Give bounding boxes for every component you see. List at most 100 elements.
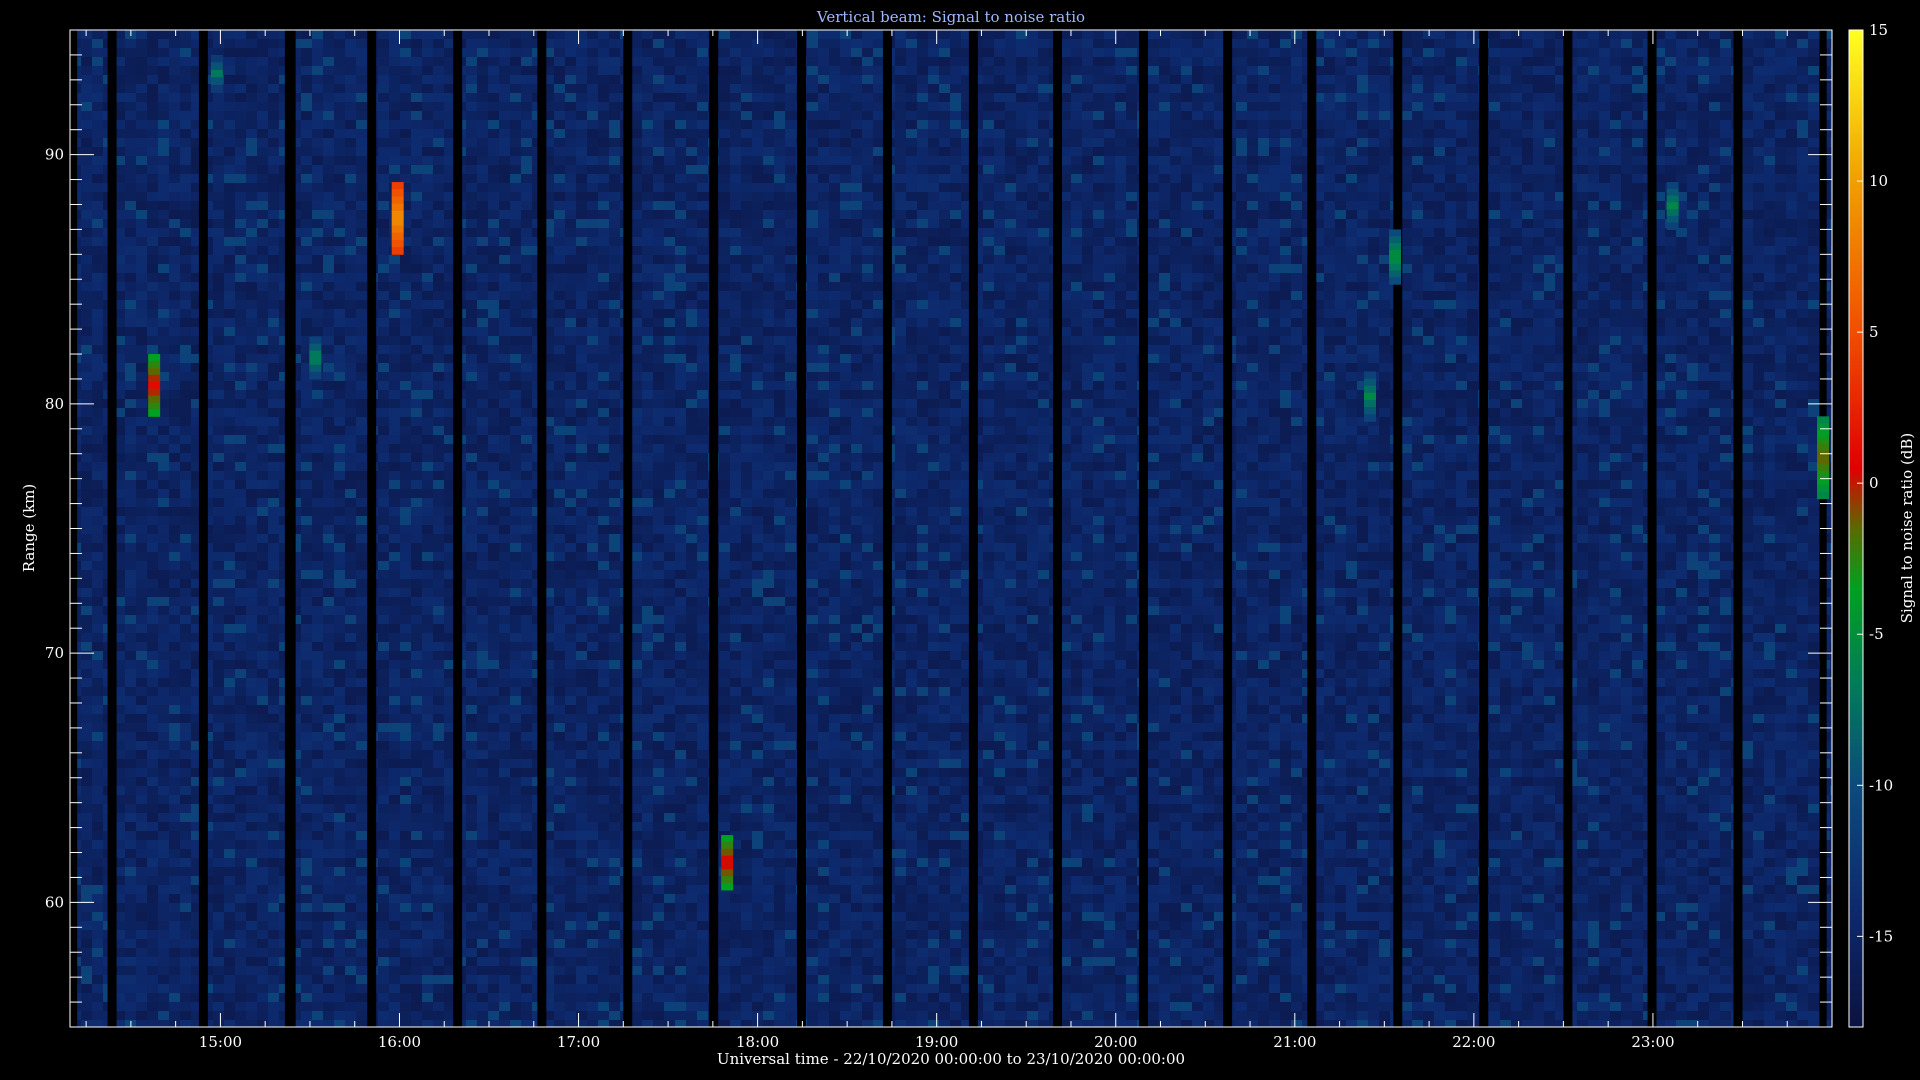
noise-cell [389,129,400,138]
noise-cell [92,255,103,264]
noise-cell [521,372,532,381]
noise-cell [510,291,521,300]
noise-cell [158,66,169,75]
noise-cell [147,705,158,714]
noise-cell [213,534,224,543]
noise-cell [433,831,444,840]
noise-cell [125,813,136,822]
noise-cell [158,39,169,48]
noise-cell [411,435,422,444]
noise-cell [499,597,510,606]
noise-cell [125,723,136,732]
noise-cell [554,831,565,840]
noise-cell [169,336,180,345]
noise-cell [180,1002,191,1011]
noise-cell [224,57,235,66]
noise-cell [312,57,323,66]
noise-cell [433,849,444,858]
noise-cell [235,570,246,579]
noise-cell [125,435,136,444]
noise-cell [422,138,433,147]
noise-cell [389,957,400,966]
noise-cell [411,534,422,543]
noise-cell [554,453,565,462]
noise-cell [158,174,169,183]
noise-cell [499,408,510,417]
noise-cell [345,795,356,804]
noise-cell [169,723,180,732]
noise-cell [125,984,136,993]
noise-cell [136,669,147,678]
noise-cell [169,1011,180,1020]
noise-cell [246,201,257,210]
noise-cell [510,516,521,525]
noise-cell [81,327,92,336]
noise-cell [224,471,235,480]
noise-cell [235,714,246,723]
noise-cell [389,48,400,57]
noise-cell [499,867,510,876]
noise-cell [136,201,147,210]
noise-cell [81,993,92,1002]
noise-cell [378,795,389,804]
noise-cell [125,840,136,849]
noise-cell [169,228,180,237]
noise-cell [323,957,334,966]
noise-cell [488,363,499,372]
noise-cell [378,48,389,57]
noise-cell [510,552,521,561]
noise-cell [499,498,510,507]
noise-cell [136,840,147,849]
noise-cell [169,525,180,534]
noise-cell [521,867,532,876]
noise-cell [433,840,444,849]
noise-cell [246,84,257,93]
noise-cell [510,30,521,39]
noise-cell [92,345,103,354]
noise-cell [433,669,444,678]
noise-cell [378,813,389,822]
noise-cell [433,435,444,444]
noise-cell [180,174,191,183]
noise-cell [246,219,257,228]
noise-cell [499,579,510,588]
noise-cell [81,309,92,318]
noise-cell [521,552,532,561]
noise-cell [477,399,488,408]
noise-cell [499,93,510,102]
noise-cell [125,876,136,885]
noise-cell [356,759,367,768]
noise-cell [323,804,334,813]
noise-cell [510,327,521,336]
noise-cell [312,435,323,444]
noise-cell [213,471,224,480]
noise-cell [92,444,103,453]
noise-cell [521,228,532,237]
noise-cell [301,444,312,453]
noise-cell [356,264,367,273]
noise-cell [356,570,367,579]
noise-cell [521,723,532,732]
noise-cell [169,831,180,840]
noise-cell [400,48,411,57]
noise-cell [180,606,191,615]
noise-cell [510,705,521,714]
noise-cell [411,255,422,264]
noise-cell [312,417,323,426]
noise-cell [235,210,246,219]
noise-cell [125,561,136,570]
noise-cell [301,48,312,57]
noise-cell [466,723,477,732]
noise-cell [147,687,158,696]
noise-cell [246,426,257,435]
noise-cell [136,246,147,255]
noise-cell [477,507,488,516]
noise-cell [169,561,180,570]
noise-cell [257,462,268,471]
noise-cell [422,399,433,408]
noise-cell [147,561,158,570]
noise-cell [466,336,477,345]
noise-cell [224,894,235,903]
noise-cell [433,75,444,84]
noise-cell [312,291,323,300]
